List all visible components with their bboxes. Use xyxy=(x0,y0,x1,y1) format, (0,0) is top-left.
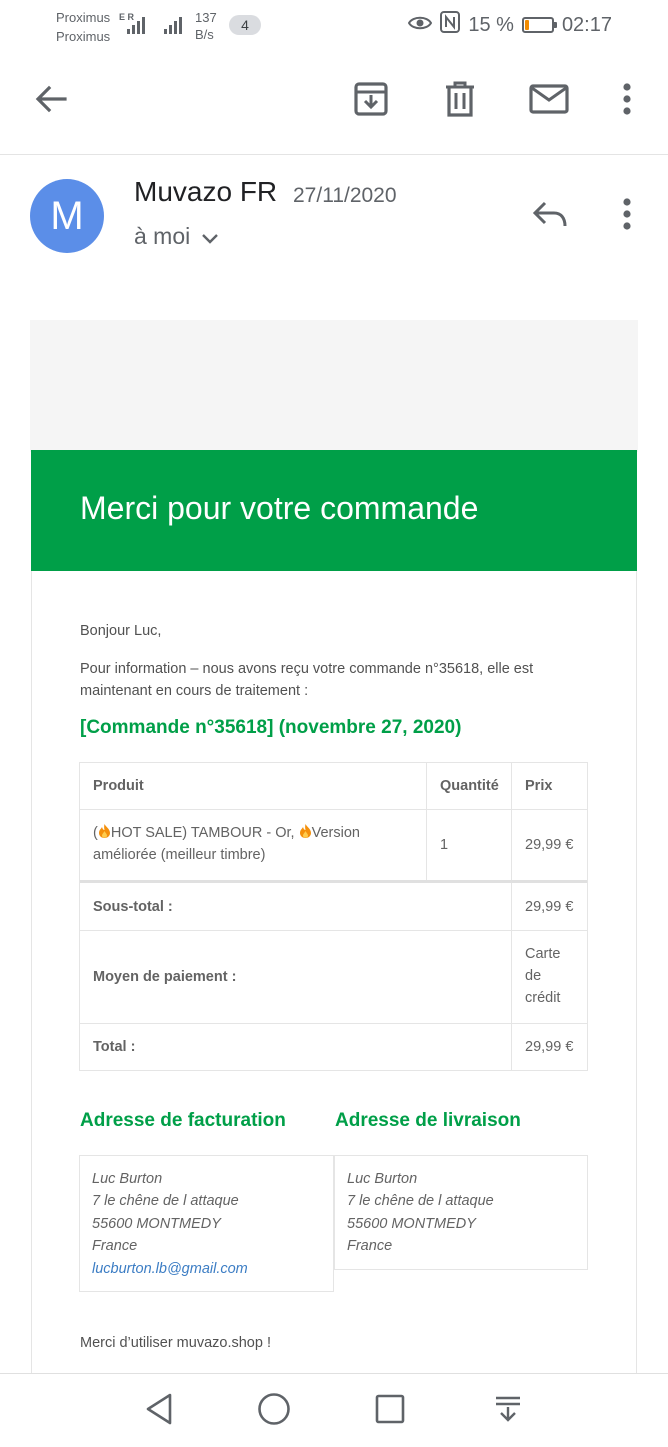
order-table: Produit Quantité Prix (HOT SALE) TAMBOUR… xyxy=(79,762,588,1071)
col-header-price: Prix xyxy=(525,778,553,794)
billing-city: 55600 MONTMEDY xyxy=(92,1215,221,1232)
carrier-2: Proximus xyxy=(56,29,111,44)
nav-recents-square-icon xyxy=(375,1394,405,1429)
shipping-address-heading: Adresse de livraison xyxy=(335,1110,521,1131)
battery-percent: 15 % xyxy=(468,13,514,36)
billing-country: France xyxy=(92,1238,138,1255)
sender-name: Muvazo FR xyxy=(134,176,278,207)
notification-count-badge: 4 xyxy=(229,15,261,35)
nfc-icon xyxy=(440,11,461,39)
email-header-spacer xyxy=(30,320,638,452)
total-value: 29,99 € xyxy=(525,1039,574,1055)
nav-back-button[interactable] xyxy=(136,1388,182,1434)
back-button[interactable] xyxy=(26,78,76,124)
table-row-price: 29,99 € xyxy=(525,837,574,853)
recipient-toggle[interactable]: à moi xyxy=(134,223,219,250)
mark-unread-button[interactable] xyxy=(526,78,572,124)
signal-icon-1 xyxy=(127,14,149,34)
shipping-country: France xyxy=(347,1238,393,1255)
nav-pull-down-icon xyxy=(494,1395,522,1428)
status-bar: Proximus Proximus E R 137 B/s 4 15 % 02:… xyxy=(0,0,668,52)
table-row-quantity: 1 xyxy=(440,837,449,853)
message-date: 27/11/2020 xyxy=(293,184,397,207)
col-header-product: Produit xyxy=(93,778,144,794)
battery-level-fill xyxy=(524,20,529,30)
order-heading: [Commande n°35618] (novembre 27, 2020) xyxy=(80,717,462,738)
billing-name: Luc Burton xyxy=(92,1171,163,1187)
billing-street: 7 le chêne de l attaque xyxy=(92,1193,239,1210)
shipping-city: 55600 MONTMEDY xyxy=(347,1215,476,1232)
system-navigation-bar xyxy=(0,1373,668,1447)
shipping-street: 7 le chêne de l attaque xyxy=(347,1193,494,1210)
shipping-name: Luc Burton xyxy=(347,1171,418,1187)
email-toolbar xyxy=(0,52,668,155)
fire-emoji-icon xyxy=(98,823,111,838)
shipping-address-box: Luc Burton 7 le chêne de l attaque 55600… xyxy=(334,1155,588,1270)
more-vert-icon xyxy=(623,197,631,235)
fire-emoji-icon xyxy=(299,823,312,838)
clock: 02:17 xyxy=(561,13,612,36)
nav-notifications-button[interactable] xyxy=(485,1388,531,1434)
col-header-quantity: Quantité xyxy=(440,778,499,794)
archive-button[interactable] xyxy=(348,78,394,124)
nav-recents-button[interactable] xyxy=(367,1388,413,1434)
reply-button[interactable] xyxy=(526,194,574,238)
subtotal-value: 29,99 € xyxy=(525,899,574,915)
sender-avatar[interactable]: M xyxy=(30,179,104,253)
subtotal-label: Sous-total : xyxy=(93,899,173,915)
total-label: Total : xyxy=(93,1039,136,1055)
battery-icon xyxy=(521,17,557,33)
signal-icon-2 xyxy=(164,14,186,34)
banner-title: Merci pour votre commande xyxy=(80,490,479,526)
email-banner: Merci pour votre commande xyxy=(31,450,637,571)
chevron-down-icon xyxy=(202,223,219,250)
nav-back-triangle-icon xyxy=(145,1393,173,1430)
network-speed: 137 B/s xyxy=(195,10,217,42)
reply-icon xyxy=(532,200,568,233)
eye-comfort-icon xyxy=(408,14,433,37)
payment-method-label: Moyen de paiement : xyxy=(93,969,237,985)
recipient-label: à moi xyxy=(134,223,191,249)
delete-button[interactable] xyxy=(437,78,483,124)
trash-icon xyxy=(444,81,476,122)
archive-icon xyxy=(353,81,389,122)
billing-address-heading: Adresse de facturation xyxy=(80,1110,286,1131)
table-row-product: (HOT SALE) TAMBOUR - Or, Version amélior… xyxy=(93,823,360,863)
mail-icon xyxy=(529,83,569,119)
greeting: Bonjour Luc, xyxy=(80,623,162,639)
message-more-button[interactable] xyxy=(608,196,646,236)
closing-message: Merci d’utiliser muvazo.shop ! xyxy=(80,1335,271,1351)
intro-paragraph: Pour information – nous avons reçu votre… xyxy=(80,661,534,699)
more-vert-icon xyxy=(623,82,631,120)
more-options-button[interactable] xyxy=(608,78,646,124)
carrier-1: Proximus xyxy=(56,10,111,25)
payment-method-value: Carte de crédit xyxy=(525,946,561,1006)
arrow-left-icon xyxy=(35,85,67,118)
billing-address-box: Luc Burton 7 le chêne de l attaque 55600… xyxy=(79,1155,334,1292)
nav-home-circle-icon xyxy=(257,1392,291,1431)
billing-email-link[interactable]: lucburton.lb@gmail.com xyxy=(92,1258,321,1280)
carrier-names: Proximus Proximus xyxy=(56,8,110,46)
nav-home-button[interactable] xyxy=(251,1388,297,1434)
